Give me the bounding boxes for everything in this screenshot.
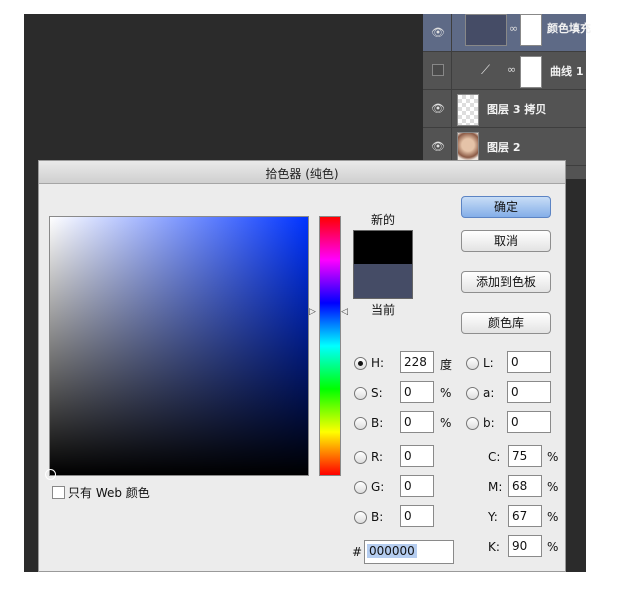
k-field[interactable]: 90 [508, 535, 542, 557]
label-k: K: [488, 540, 500, 554]
label-s: S: [371, 386, 383, 400]
ok-button[interactable]: 确定 [461, 196, 551, 218]
layer-row-curves[interactable]: ⟋ ∞ 曲线 1 [423, 52, 586, 90]
label-c: C: [488, 450, 501, 464]
hue-slider-left-arrow-icon[interactable]: ▷ [309, 307, 316, 317]
current-color-swatch[interactable] [353, 264, 413, 299]
color-libraries-button[interactable]: 颜色库 [461, 312, 551, 334]
label-h: H: [371, 356, 385, 370]
visibility-toggle[interactable]: 👁 [423, 90, 452, 127]
hex-value: 000000 [367, 544, 417, 558]
new-color-label: 新的 [370, 213, 395, 227]
cancel-button[interactable]: 取消 [461, 230, 551, 252]
visibility-toggle[interactable]: 👁 [423, 14, 452, 51]
label-b-lab: b: [483, 416, 495, 430]
s-field[interactable]: 0 [400, 381, 434, 403]
r-field[interactable]: 0 [400, 445, 434, 467]
radio-g[interactable] [354, 481, 367, 494]
label-blue: B: [371, 510, 384, 524]
hue-slider[interactable] [319, 216, 341, 476]
blue-field[interactable]: 0 [400, 505, 434, 527]
layer-row-layer3-copy[interactable]: 👁 图层 3 拷贝 [423, 90, 586, 128]
c-field[interactable]: 75 [508, 445, 542, 467]
g-field[interactable]: 0 [400, 475, 434, 497]
layer-name: 图层 3 拷贝 [487, 103, 547, 116]
b-lab-field[interactable]: 0 [507, 411, 551, 433]
current-color-label: 当前 [370, 303, 395, 317]
label-a: a: [483, 386, 495, 400]
hidden-checkbox [432, 64, 444, 76]
layer-thumbnail [465, 14, 507, 46]
hue-slider-right-arrow-icon[interactable]: ◁ [341, 307, 348, 317]
h-field[interactable]: 228 [400, 351, 434, 373]
hex-input[interactable]: 000000 [364, 540, 454, 564]
web-colors-only-label: 只有 Web 颜色 [68, 486, 150, 500]
layers-panel: 👁 ∞ 颜色填充 ⟋ ∞ 曲线 1 👁 图层 3 拷贝 👁 图层 2 [423, 14, 591, 179]
percent-unit: % [547, 540, 559, 554]
visibility-toggle[interactable] [423, 52, 452, 89]
percent-unit: % [440, 416, 452, 430]
label-m: M: [488, 480, 503, 494]
radio-brightness[interactable] [354, 417, 367, 430]
eye-icon: 👁 [431, 140, 445, 153]
link-icon: ∞ [509, 22, 519, 35]
percent-unit: % [440, 386, 452, 400]
brightness-field[interactable]: 0 [400, 411, 434, 433]
hex-symbol: # [352, 545, 363, 559]
mask-thumbnail [520, 56, 542, 88]
radio-b-lab[interactable] [466, 417, 479, 430]
color-picker-dialog: 拾色器 (纯色) ▷ ◁ 新的 当前 确定 取消 添加到色板 颜色库 H: 22… [38, 160, 566, 572]
degree-unit: 度 [440, 358, 453, 372]
layer-row-color-fill[interactable]: 👁 ∞ 颜色填充 [423, 14, 591, 52]
add-to-swatches-button[interactable]: 添加到色板 [461, 271, 551, 293]
link-icon: ∞ [507, 63, 517, 76]
radio-l[interactable] [466, 357, 479, 370]
y-field[interactable]: 67 [508, 505, 542, 527]
color-field[interactable] [45, 216, 309, 480]
new-color-swatch [353, 230, 413, 265]
percent-unit: % [547, 450, 559, 464]
label-brightness: B: [371, 416, 384, 430]
eye-icon: 👁 [431, 26, 445, 39]
radio-blue[interactable] [354, 511, 367, 524]
radio-a[interactable] [466, 387, 479, 400]
radio-h[interactable] [354, 357, 367, 370]
label-y: Y: [488, 510, 498, 524]
layer-name: 曲线 1 [550, 65, 584, 78]
m-field[interactable]: 68 [508, 475, 542, 497]
percent-unit: % [547, 510, 559, 524]
curves-adjustment-icon: ⟋ [481, 63, 491, 78]
a-field[interactable]: 0 [507, 381, 551, 403]
label-l: L: [483, 356, 494, 370]
color-field-marker[interactable] [45, 469, 56, 480]
layer-thumbnail [457, 94, 479, 126]
title-bar[interactable]: 拾色器 (纯色) [39, 161, 565, 184]
label-g: G: [371, 480, 385, 494]
eye-icon: 👁 [431, 102, 445, 115]
mask-thumbnail [520, 14, 542, 46]
label-r: R: [371, 450, 384, 464]
web-colors-only-checkbox[interactable] [52, 486, 65, 499]
layer-name: 颜色填充 [547, 22, 591, 35]
percent-unit: % [547, 480, 559, 494]
radio-s[interactable] [354, 387, 367, 400]
radio-r[interactable] [354, 451, 367, 464]
l-field[interactable]: 0 [507, 351, 551, 373]
dialog-title: 拾色器 (纯色) [265, 167, 339, 181]
layer-name: 图层 2 [487, 141, 521, 154]
